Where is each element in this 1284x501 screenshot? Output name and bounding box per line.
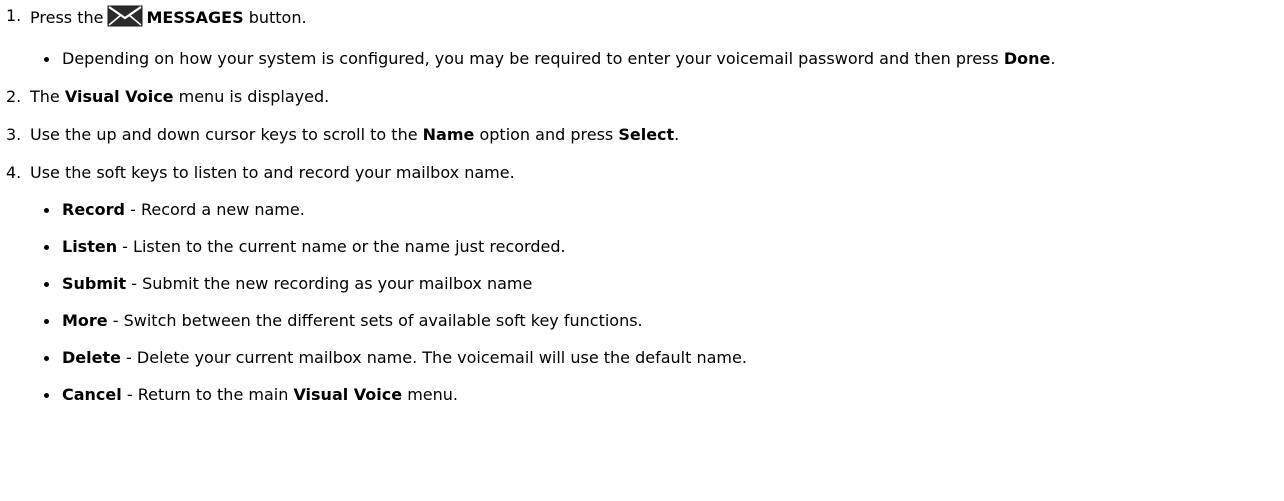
list-item: Depending on how your system is configur… (30, 48, 1284, 70)
list-item: Submit - Submit the new recording as you… (30, 273, 1284, 295)
step-1: 1. Press the MESSAGES button. Depending o… (0, 5, 1284, 70)
step-text: The Visual Voice menu is displayed. (30, 87, 330, 106)
step-text: Press the MESSAGES button. (30, 5, 307, 27)
step-1-sublist: Depending on how your system is configur… (30, 48, 1284, 70)
step-text: Use the up and down cursor keys to scrol… (30, 125, 680, 144)
list-item: Delete - Delete your current mailbox nam… (30, 347, 1284, 369)
list-item: Cancel - Return to the main Visual Voice… (30, 384, 1284, 406)
step-4-sublist: Record - Record a new name. Listen - Lis… (30, 199, 1284, 406)
list-item: Listen - Listen to the current name or t… (30, 236, 1284, 258)
step-number: 2. (6, 87, 22, 106)
messages-button-label: MESSAGES (146, 8, 244, 27)
step-number: 4. (6, 163, 22, 182)
instructions-document: 1. Press the MESSAGES button. Depending o… (0, 0, 1284, 406)
step-number: 3. (6, 125, 22, 144)
step-text: Use the soft keys to listen to and recor… (30, 163, 515, 182)
step-number: 1. (6, 6, 22, 25)
step-4: 4. Use the soft keys to listen to and re… (0, 162, 1284, 406)
step-3: 3. Use the up and down cursor keys to sc… (0, 124, 1284, 146)
list-item: Record - Record a new name. (30, 199, 1284, 221)
step-2: 2. The Visual Voice menu is displayed. (0, 86, 1284, 108)
steps-list: 1. Press the MESSAGES button. Depending o… (0, 5, 1284, 406)
list-item: More - Switch between the different sets… (30, 310, 1284, 332)
envelope-icon (107, 5, 143, 33)
